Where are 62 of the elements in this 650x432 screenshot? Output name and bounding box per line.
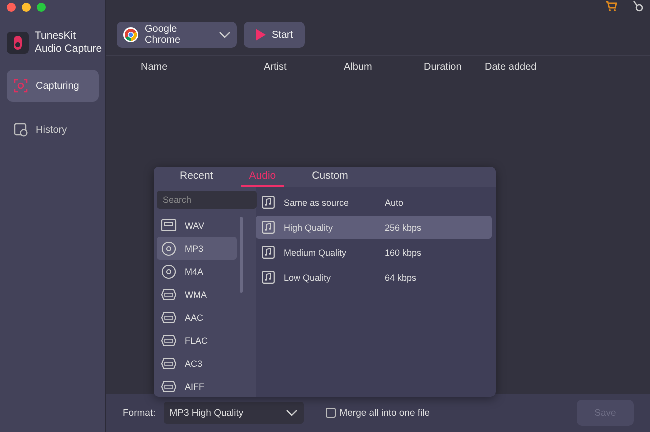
bitrate-label: 64 kbps [385, 272, 417, 282]
column-header[interactable]: Artist [264, 62, 344, 76]
format-item[interactable]: FLAC [157, 329, 237, 352]
disc-icon [161, 264, 177, 280]
search-field[interactable]: Search [157, 191, 257, 209]
format-item[interactable]: WAV [157, 214, 237, 237]
chevron-down-icon [286, 409, 298, 417]
sidebar-item[interactable]: History [7, 114, 99, 146]
sidebar-item[interactable]: Capturing [7, 70, 99, 102]
bitrate-label: Auto [385, 198, 404, 208]
format-badge-icon [161, 356, 177, 372]
history-icon [14, 123, 28, 137]
window-control-dot[interactable] [37, 3, 46, 12]
cassette-icon [161, 218, 177, 234]
music-note-icon [262, 271, 275, 284]
key-icon [632, 0, 644, 12]
app-name: TunesKit Audio Capture [35, 30, 102, 56]
browser-logo-icon [123, 27, 139, 43]
cart-icon [605, 0, 617, 12]
column-header[interactable]: Name [141, 62, 264, 76]
disc-icon [161, 240, 177, 256]
scrollbar[interactable] [240, 217, 243, 293]
format-tab[interactable]: Recent [172, 167, 222, 187]
music-note-icon [262, 221, 275, 234]
format-dropdown[interactable]: MP3 High Quality [164, 402, 304, 424]
play-icon [256, 29, 266, 41]
format-item[interactable]: AAC [157, 306, 237, 329]
format-item[interactable]: AIFF [157, 375, 237, 397]
format-label: Format: [123, 408, 156, 418]
music-note-icon [262, 196, 275, 209]
capture-icon [14, 79, 28, 93]
format-item[interactable]: AC3 [157, 352, 237, 375]
column-header[interactable]: Date added [485, 62, 537, 76]
window-control-dot[interactable] [7, 3, 16, 12]
format-tab[interactable]: Custom [304, 167, 356, 187]
quality-option[interactable]: Same as source Auto [256, 191, 492, 214]
bitrate-label: 256 kbps [385, 222, 422, 232]
format-item[interactable]: MP3 [157, 237, 237, 260]
bitrate-label: 160 kbps [385, 248, 422, 258]
quality-option[interactable]: High Quality 256 kbps [256, 216, 492, 239]
start-button[interactable]: Start [244, 22, 306, 48]
quality-name: Medium Quality [284, 248, 348, 258]
format-badge-icon [161, 332, 177, 348]
quality-option[interactable]: Medium Quality 160 kbps [256, 241, 492, 264]
format-badge-icon [161, 286, 177, 302]
window-control-dot[interactable] [22, 3, 31, 12]
quality-option[interactable]: Low Quality 64 kbps [256, 266, 492, 289]
merge-label[interactable]: Merge all into one file [340, 408, 430, 418]
format-badge-icon [161, 378, 177, 394]
quality-name: Low Quality [284, 272, 332, 282]
quality-name: Same as source [284, 198, 350, 208]
format-item[interactable]: WMA [157, 283, 237, 306]
format-item[interactable]: M4A [157, 260, 237, 283]
chevron-down-icon [219, 31, 231, 39]
column-header[interactable]: Duration [424, 62, 485, 76]
format-badge-icon [161, 310, 177, 326]
source-dropdown[interactable]: Google Chrome [117, 22, 237, 48]
app-logo-icon [7, 32, 29, 54]
column-header[interactable]: Album [344, 62, 424, 76]
merge-checkbox[interactable] [326, 408, 336, 418]
music-note-icon [262, 246, 275, 259]
quality-name: High Quality [284, 222, 334, 232]
